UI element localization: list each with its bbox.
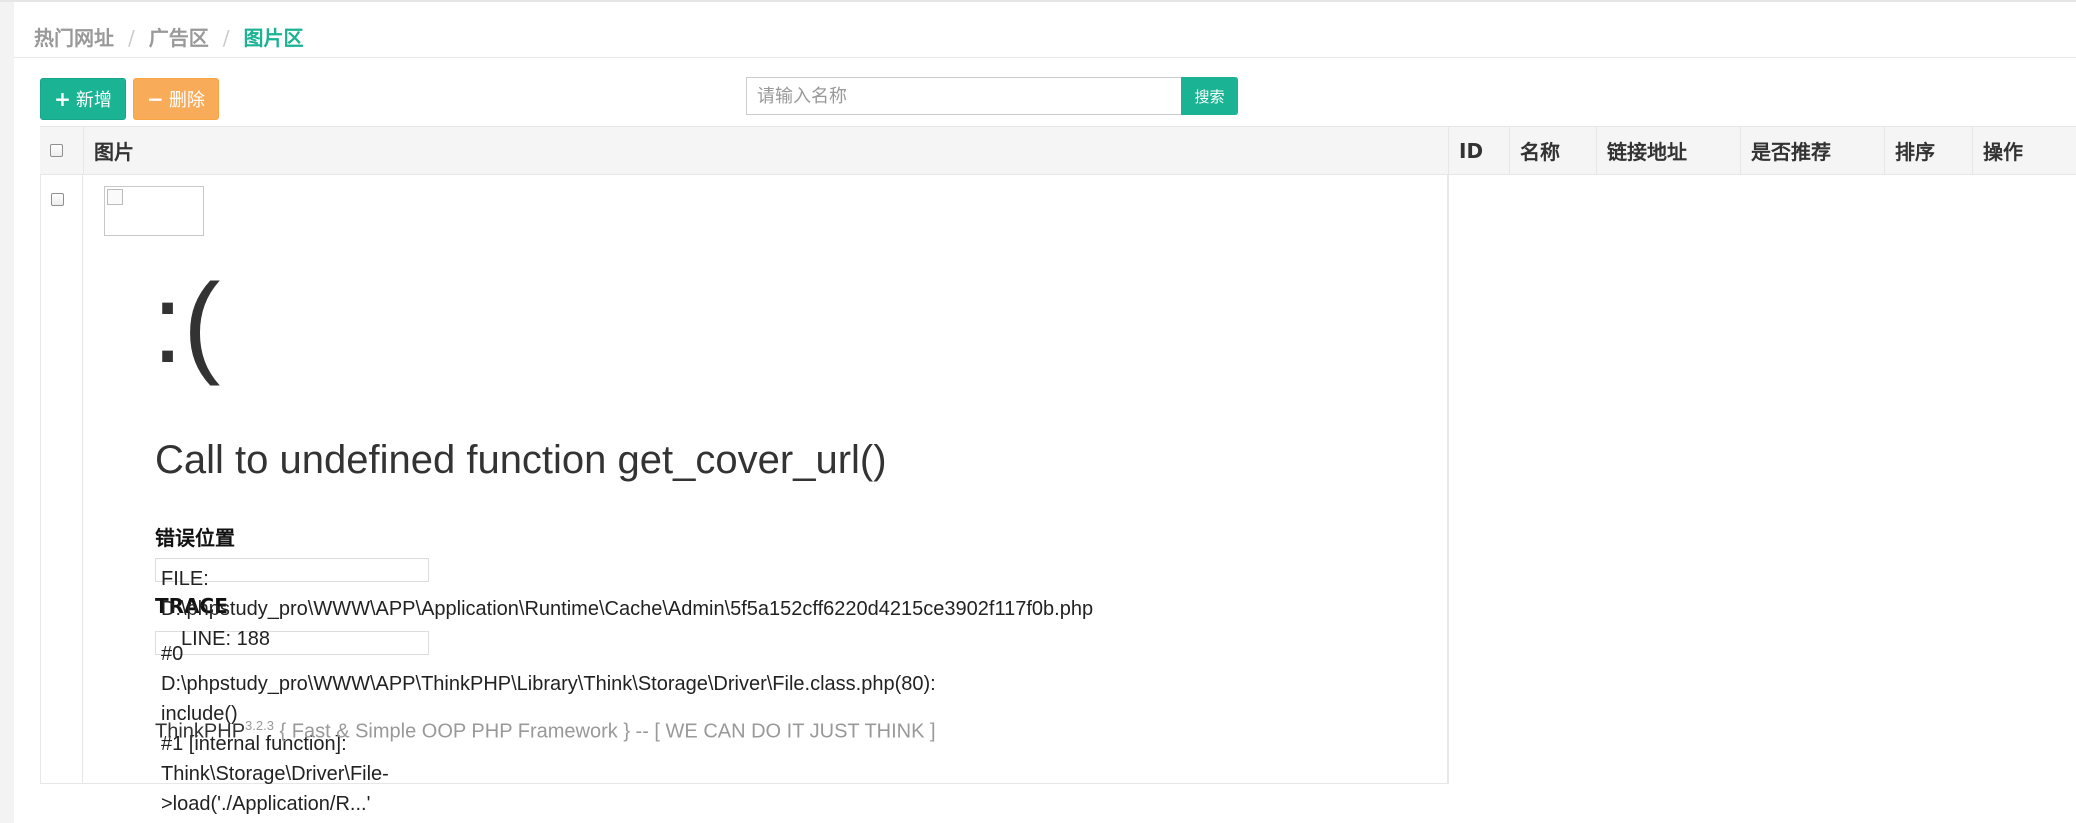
sad-face: :(: [152, 261, 221, 386]
broken-image-icon: [107, 189, 123, 205]
checkbox-column: [42, 175, 83, 783]
file-label: FILE:: [161, 568, 209, 590]
framework-footer: ThinkPHP3.2.3 { Fast & Simple OOP PHP Fr…: [155, 718, 936, 744]
trace-line: Think\Storage\Driver\File-: [161, 763, 389, 785]
top-border: [0, 0, 2076, 2]
breadcrumb-separator: /: [128, 26, 135, 50]
column-link: 链接地址: [1596, 127, 1741, 174]
trace-line: >load('./Application/R...': [161, 793, 371, 815]
breadcrumb-divider: [14, 57, 2076, 58]
table-header: 图片 ID 名称 链接地址 是否推荐 排序 操作: [40, 126, 2076, 175]
breadcrumb-item-ads[interactable]: 广告区: [149, 26, 209, 50]
breadcrumb-separator: /: [222, 26, 230, 50]
search-button[interactable]: 搜索: [1181, 77, 1238, 115]
left-panel-gutter: [0, 0, 14, 823]
image-thumbnail[interactable]: [104, 186, 204, 236]
error-position-heading: 错误位置: [155, 526, 235, 550]
delete-button-label: 删除: [168, 90, 205, 111]
minus-icon: −: [147, 87, 164, 111]
framework-version: 3.2.3: [245, 718, 274, 733]
error-message: Call to undefined function get_cover_url…: [155, 438, 887, 482]
delete-button[interactable]: − 删除: [133, 78, 219, 120]
column-id: ID: [1448, 127, 1510, 174]
column-actions: 操作: [1972, 127, 2076, 174]
row-checkbox[interactable]: [51, 193, 64, 206]
trace-line: D:\phpstudy_pro\WWW\APP\ThinkPHP\Library…: [161, 673, 936, 695]
breadcrumb-item-images: 图片区: [243, 26, 304, 50]
framework-slogan: { Fast & Simple OOP PHP Framework } -- […: [273, 720, 936, 743]
breadcrumb-item-hot-sites[interactable]: 热门网址: [34, 26, 114, 50]
breadcrumb: 热门网址 / 广告区 / 图片区: [34, 22, 304, 51]
select-all-checkbox[interactable]: [50, 144, 63, 157]
plus-icon: +: [54, 87, 71, 111]
column-sort: 排序: [1884, 127, 1973, 174]
add-button[interactable]: + 新增: [40, 78, 126, 120]
column-name: 名称: [1509, 127, 1597, 174]
column-recommended: 是否推荐: [1740, 127, 1885, 174]
file-path: D:\phpstudy_pro\WWW\APP\Application\Runt…: [161, 598, 1094, 620]
column-divider: [1448, 175, 1449, 784]
add-button-label: 新增: [75, 90, 112, 111]
trace-line: #0: [161, 643, 184, 665]
column-image: 图片: [83, 127, 1449, 174]
line-label: LINE: 188: [181, 628, 270, 650]
search-input[interactable]: [746, 77, 1182, 115]
framework-name: ThinkPHP: [155, 720, 246, 743]
